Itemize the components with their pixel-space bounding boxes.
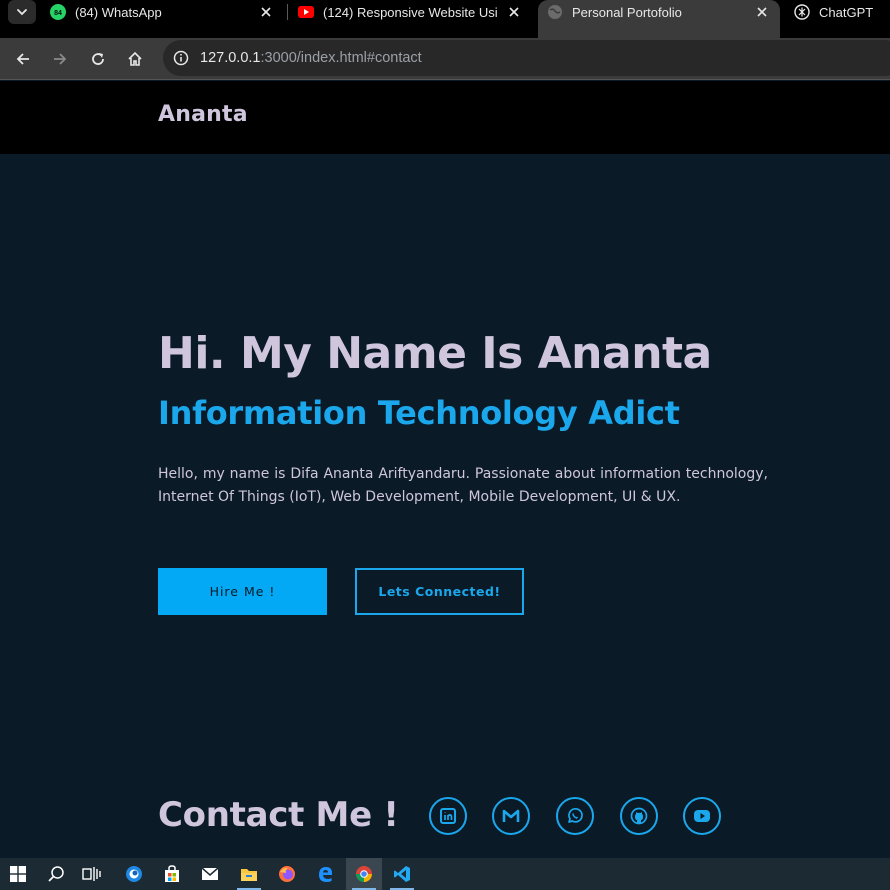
- address-bar[interactable]: 127.0.0.1:3000/index.html#contact: [163, 40, 890, 76]
- url-text: 127.0.0.1:3000/index.html#contact: [200, 50, 422, 66]
- url-path: :3000/index.html#contact: [260, 50, 422, 66]
- site-header: Ananta: [0, 81, 890, 154]
- tab-title: Personal Portofolio: [572, 4, 682, 20]
- close-tab-icon[interactable]: [754, 4, 770, 20]
- hero-subtitle: Information Technology Adict: [158, 394, 680, 432]
- file-explorer-button[interactable]: [231, 858, 267, 890]
- tab-chatgpt[interactable]: ChatGPT: [794, 0, 890, 24]
- hero-description: Hello, my name is Difa Ananta Ariftyanda…: [158, 466, 768, 505]
- youtube-link[interactable]: [683, 797, 721, 835]
- windows-taskbar: [0, 858, 890, 890]
- close-tab-icon[interactable]: [258, 4, 274, 20]
- close-tab-icon[interactable]: [506, 4, 522, 20]
- youtube-icon: [694, 810, 710, 822]
- chrome-button[interactable]: [346, 858, 382, 890]
- home-icon: [128, 51, 142, 66]
- arrow-left-icon: [16, 53, 29, 65]
- whatsapp-icon: 84: [50, 4, 66, 20]
- search-icon: [48, 866, 64, 882]
- task-view-button[interactable]: [74, 858, 110, 890]
- lets-connected-button[interactable]: Lets Connected!: [355, 568, 524, 615]
- cortana-button[interactable]: [116, 858, 152, 890]
- file-explorer-icon: [241, 869, 257, 881]
- home-button[interactable]: [123, 47, 147, 71]
- whatsapp-icon: [568, 808, 583, 823]
- tab-whatsapp[interactable]: 84 (84) WhatsApp: [50, 0, 280, 24]
- tab-title: (124) Responsive Website Using: [323, 4, 497, 20]
- chatgpt-icon: [794, 4, 810, 20]
- chrome-icon: [356, 866, 372, 882]
- vscode-button[interactable]: [384, 858, 420, 890]
- tab-title: ChatGPT: [819, 4, 874, 20]
- store-icon: [165, 865, 179, 882]
- globe-icon: [547, 4, 563, 20]
- tab-youtube[interactable]: (124) Responsive Website Using: [298, 0, 530, 24]
- taskbar-search-button[interactable]: [38, 858, 74, 890]
- mail-button[interactable]: [192, 858, 228, 890]
- url-host: 127.0.0.1: [200, 50, 261, 66]
- linkedin-icon: [440, 808, 456, 824]
- task-view-icon: [82, 867, 101, 881]
- hire-me-button[interactable]: Hire Me !: [158, 568, 327, 615]
- hero-title: Hi. My Name Is Ananta: [158, 328, 712, 379]
- svg-text:84: 84: [54, 10, 62, 17]
- site-logo[interactable]: Ananta: [158, 102, 248, 127]
- forward-button[interactable]: [48, 47, 72, 71]
- linkedin-link[interactable]: [429, 797, 467, 835]
- reload-button[interactable]: [86, 47, 110, 71]
- tab-separator: [287, 4, 288, 20]
- github-link[interactable]: [620, 797, 658, 835]
- arrow-right-icon: [54, 53, 67, 65]
- cortana-icon: [126, 866, 142, 882]
- windows-start-icon: [10, 866, 26, 882]
- browser-tab-strip: 84 (84) WhatsApp (124) Responsive Websit…: [0, 0, 890, 38]
- back-button[interactable]: [11, 47, 35, 71]
- edge-icon: [319, 867, 332, 882]
- hero-section: Hi. My Name Is Ananta Information Techno…: [0, 154, 890, 858]
- mail-icon: [201, 867, 219, 880]
- chevron-down-icon: [17, 9, 27, 16]
- firefox-icon: [279, 866, 295, 882]
- gmail-icon: [502, 809, 520, 822]
- site-info-icon[interactable]: [172, 49, 190, 67]
- gmail-link[interactable]: [492, 797, 530, 835]
- reload-icon: [92, 53, 104, 65]
- youtube-icon: [298, 4, 314, 20]
- store-button[interactable]: [154, 858, 190, 890]
- edge-button[interactable]: [307, 858, 343, 890]
- vscode-icon: [394, 866, 410, 882]
- contact-title: Contact Me !: [158, 795, 399, 835]
- tab-title: (84) WhatsApp: [75, 4, 162, 20]
- firefox-button[interactable]: [269, 858, 305, 890]
- tab-search-button[interactable]: [8, 0, 36, 24]
- whatsapp-link[interactable]: [556, 797, 594, 835]
- start-button[interactable]: [0, 858, 36, 890]
- browser-toolbar: 127.0.0.1:3000/index.html#contact: [0, 38, 890, 80]
- github-icon: [630, 807, 648, 825]
- tab-personal-portofolio[interactable]: Personal Portofolio: [538, 0, 780, 38]
